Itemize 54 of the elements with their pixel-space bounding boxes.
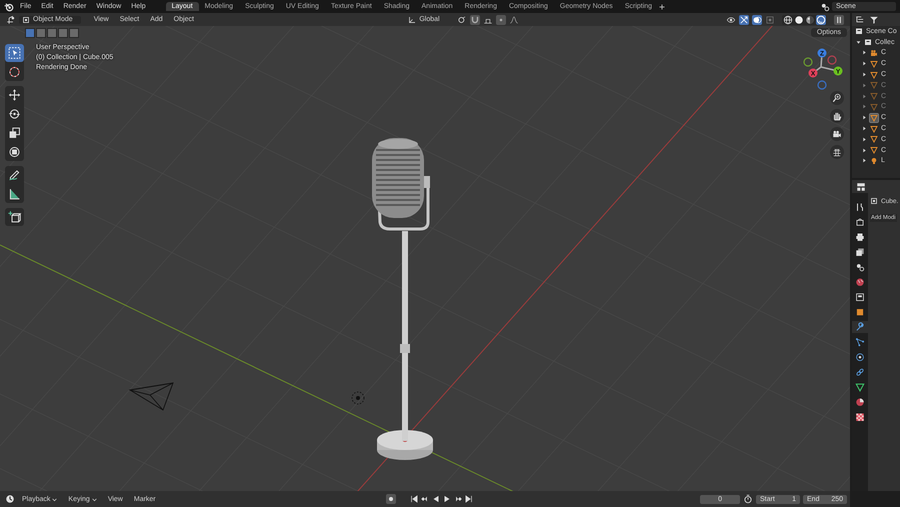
axes-icon	[408, 16, 416, 24]
hand-icon	[832, 111, 842, 121]
scene-collection-icon	[855, 27, 863, 36]
camera-view-button[interactable]	[830, 127, 844, 141]
editor-type-icon[interactable]	[855, 14, 865, 24]
selection-mode-button[interactable]	[69, 28, 79, 38]
selection-mode-button[interactable]	[25, 28, 35, 38]
editor-type-icon[interactable]	[6, 14, 16, 24]
pause-icon[interactable]	[834, 14, 844, 24]
camera-object-drawing	[130, 382, 174, 410]
zoom-icon	[832, 93, 842, 103]
projection-button[interactable]	[830, 145, 844, 159]
dot-icon	[386, 495, 395, 503]
scene-icon[interactable]	[820, 2, 830, 12]
collection-icon	[864, 38, 872, 46]
jump-start-icon[interactable]	[408, 494, 419, 504]
editor-type-icon[interactable]	[5, 494, 15, 504]
proportional-edit-icon[interactable]	[496, 14, 506, 24]
record-button[interactable]	[386, 494, 396, 504]
jump-end-icon[interactable]	[464, 494, 474, 504]
object-icon	[22, 16, 30, 24]
selection-mode-button[interactable]	[47, 28, 57, 38]
pan-button[interactable]	[830, 109, 844, 123]
wrench-icon[interactable]	[852, 320, 868, 334]
gizmo-toggle-icon[interactable]	[739, 14, 750, 24]
light-object-drawing	[352, 392, 364, 404]
select-box-icon[interactable]	[5, 44, 24, 62]
editor-type-icon[interactable]	[856, 182, 866, 192]
logo-icon[interactable]	[4, 2, 14, 12]
solid-sphere-icon[interactable]	[794, 14, 804, 24]
zoom-button[interactable]	[830, 91, 844, 105]
visibility-icon[interactable]	[726, 14, 736, 24]
rendered-sphere-icon[interactable]	[816, 14, 826, 24]
grid-icon	[832, 147, 842, 157]
play-icon[interactable]	[442, 494, 452, 504]
magnet-icon[interactable]	[470, 14, 480, 24]
selection-mode-button[interactable]	[36, 28, 46, 38]
overlay-icon[interactable]	[752, 14, 762, 24]
triangle-icon	[870, 114, 878, 122]
previous-keyframe-icon[interactable]	[420, 494, 430, 504]
wireframe-sphere-icon[interactable]	[783, 14, 794, 24]
camera-icon	[832, 129, 842, 139]
camera-icon	[870, 48, 878, 57]
material-sphere-icon[interactable]	[805, 14, 816, 24]
object-icon	[870, 197, 878, 205]
stopwatch-icon[interactable]	[743, 494, 754, 504]
negative-axis-handle[interactable]	[803, 57, 813, 67]
falloff-icon[interactable]	[508, 14, 519, 24]
negative-axis-handle[interactable]	[817, 80, 827, 90]
bulb-icon	[870, 156, 878, 165]
selection-mode-button[interactable]	[58, 28, 68, 38]
add-icon[interactable]	[658, 2, 666, 10]
pivot-icon[interactable]	[456, 14, 467, 24]
negative-axis-handle[interactable]	[827, 55, 837, 65]
